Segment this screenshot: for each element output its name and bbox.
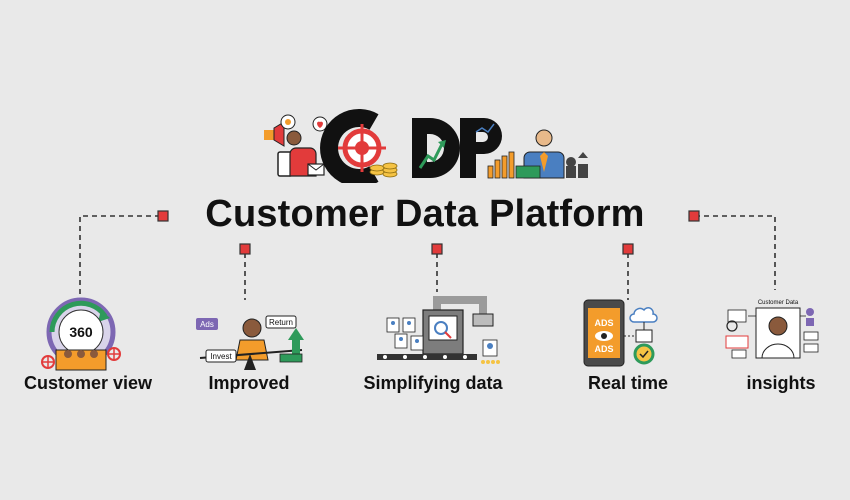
feature-label-real-time: Real time bbox=[587, 373, 669, 393]
badge-360: 360 bbox=[69, 324, 93, 340]
marketer-icon bbox=[264, 114, 328, 177]
page-title: Customer Data Platform bbox=[205, 193, 645, 235]
balance-invest-return-icon: Ads Return Invest bbox=[192, 314, 312, 374]
node-realtime bbox=[622, 243, 634, 255]
tag-invest: Invest bbox=[210, 352, 232, 361]
bar-chart-icon bbox=[487, 151, 515, 179]
customer-data-profile-icon: Customer Data bbox=[722, 296, 822, 366]
cdp-hero-illustration bbox=[264, 109, 588, 183]
chess-icon bbox=[566, 152, 588, 178]
customer-data-heading: Customer Data bbox=[758, 300, 799, 306]
feature-label-simplifying-data: Simplifying data bbox=[363, 373, 503, 393]
tag-ads-top: ADS bbox=[594, 318, 613, 328]
businessman-icon bbox=[515, 129, 565, 179]
data-processing-machine-icon bbox=[375, 292, 505, 368]
cdp-diagram: Customer Data Platform 360 Customer view… bbox=[0, 0, 850, 500]
feature-label-insights: insights bbox=[746, 373, 816, 393]
feature-label-customer-view: Customer view bbox=[23, 373, 153, 393]
connector-layer bbox=[79, 210, 776, 300]
tag-ads: Ads bbox=[200, 320, 214, 329]
tag-return: Return bbox=[269, 318, 293, 327]
360-customer-view-icon: 360 bbox=[38, 292, 124, 376]
coins-icon bbox=[369, 162, 398, 178]
feature-label-improved: Improved bbox=[208, 373, 290, 393]
tag-ads-bottom: ADS bbox=[594, 344, 613, 354]
node-improved bbox=[239, 243, 251, 255]
smartphone-ads-realtime-icon: ADS ADS bbox=[580, 296, 660, 368]
letter-d bbox=[412, 118, 460, 178]
node-simplifying bbox=[431, 243, 443, 255]
